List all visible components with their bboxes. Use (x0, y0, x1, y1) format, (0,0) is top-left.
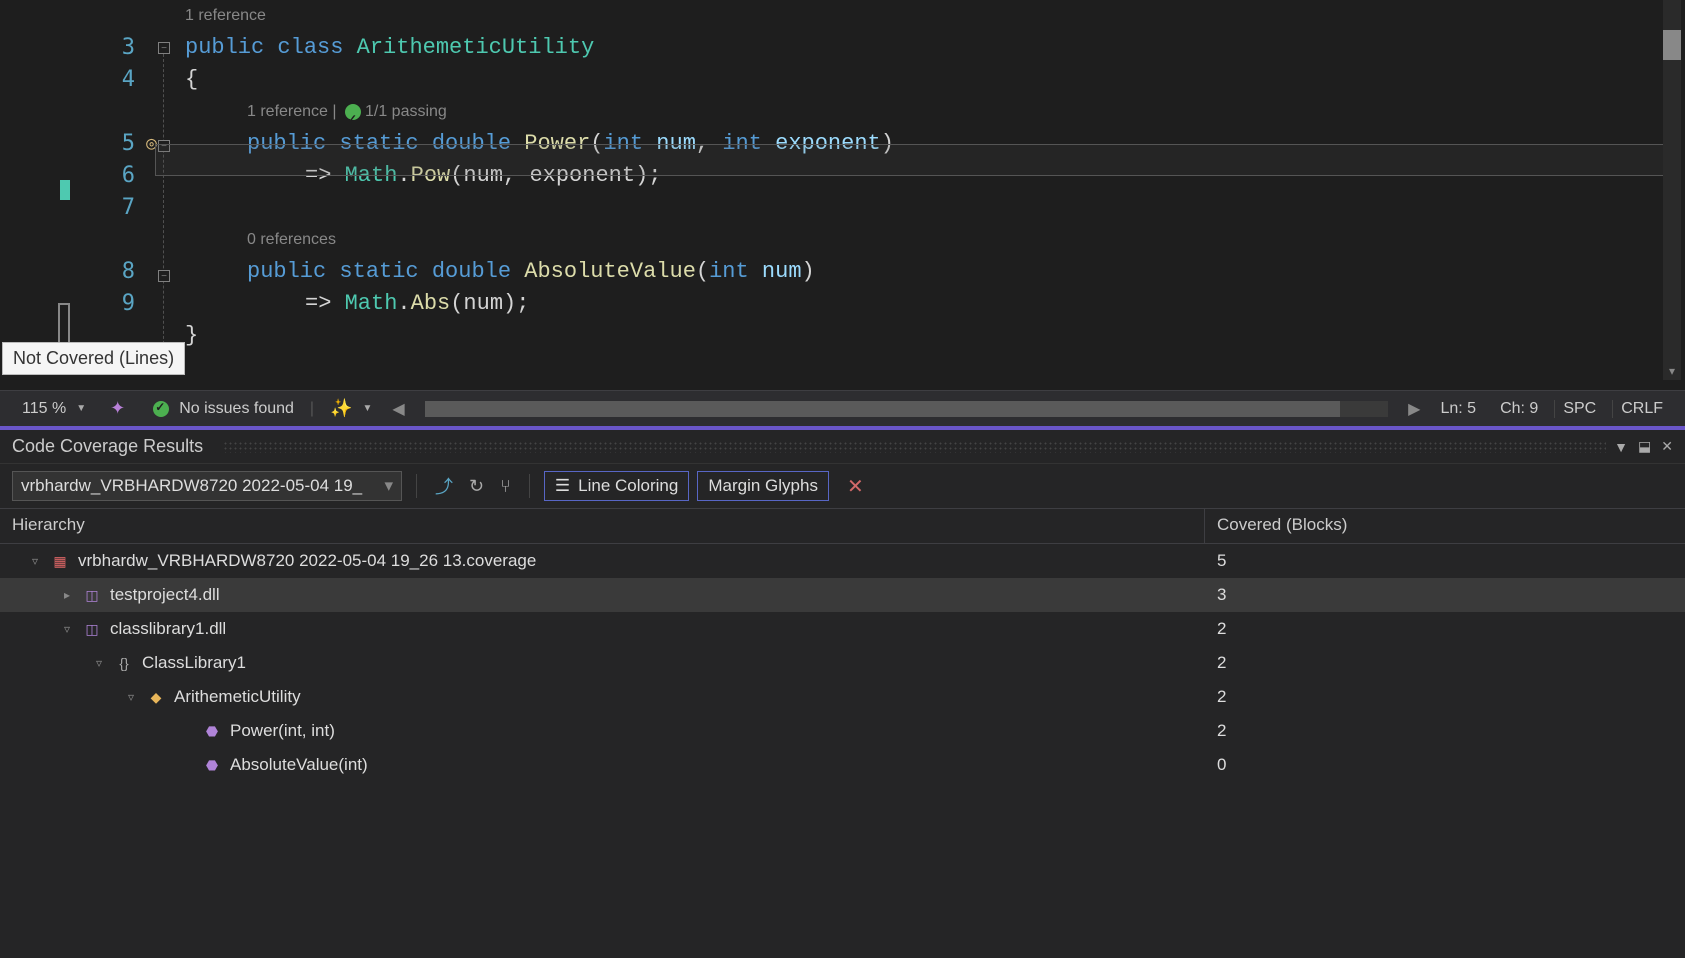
fold-toggle[interactable]: − (158, 270, 170, 282)
scrollbar-thumb[interactable] (1663, 30, 1681, 60)
line-number: 7 (122, 192, 135, 224)
test-pass-icon (345, 104, 361, 120)
method-icon: ⬣ (202, 723, 222, 740)
covered-value: 2 (1205, 721, 1685, 741)
coverage-margin (0, 0, 75, 390)
line-number: 3 (122, 32, 135, 64)
margin-glyphs-toggle[interactable]: Margin Glyphs (697, 471, 829, 501)
column-covered[interactable]: Covered (Blocks) (1205, 509, 1685, 543)
namespace-icon: {} (114, 655, 134, 671)
tree-row[interactable]: ▿ ▦ vrbhardw_VRBHARDW8720 2022-05-04 19_26… (0, 544, 1685, 578)
merge-icon[interactable]: ⑂ (496, 472, 515, 501)
cursor-line[interactable]: Ln: 5 (1432, 400, 1484, 418)
line-number: 9 (122, 288, 135, 320)
covered-value: 2 (1205, 687, 1685, 707)
method-icon: ⬣ (202, 757, 222, 774)
assembly-icon: ◫ (82, 587, 102, 604)
remove-icon[interactable]: ✕ (837, 474, 874, 499)
cleanup-icon[interactable]: ✨▼ (322, 398, 380, 419)
covered-value: 2 (1205, 619, 1685, 639)
covered-value: 0 (1205, 755, 1685, 775)
line-number: 5 (122, 128, 135, 160)
coverage-covered-marker (60, 180, 70, 200)
scroll-down-icon[interactable]: ▾ (1663, 364, 1681, 378)
coverage-tooltip: Not Covered (Lines) (2, 342, 185, 375)
current-line-highlight (155, 144, 1675, 176)
code-line[interactable]: } (185, 320, 1685, 352)
coverage-tree[interactable]: ▿ ▦ vrbhardw_VRBHARDW8720 2022-05-04 19_26… (0, 544, 1685, 958)
line-number-gutter: 3 4 5◎ 6 7 8 9 (75, 0, 155, 390)
tree-label: ArithemeticUtility (174, 687, 301, 707)
coverage-file-icon: ▦ (50, 553, 70, 570)
tree-row[interactable]: ⬣ Power(int, int) 2 (0, 714, 1685, 748)
codelens[interactable]: 1 reference | 1/1 passing (185, 96, 1685, 128)
tree-row[interactable]: ▿ ◫ classlibrary1.dll 2 (0, 612, 1685, 646)
codelens[interactable]: 0 references (185, 224, 1685, 256)
code-line[interactable]: => Math.Abs(num); (185, 288, 1685, 320)
codelens[interactable]: 1 reference (185, 0, 1685, 32)
tree-label: classlibrary1.dll (110, 619, 226, 639)
indent-mode[interactable]: SPC (1554, 400, 1604, 418)
horizontal-scrollbar[interactable] (425, 401, 1388, 417)
fold-gutter: − − − (155, 0, 185, 390)
coverage-toolbar: vrbhardw_VRBHARDW8720 2022-05-04 19_▾ ⤴ … (0, 464, 1685, 508)
line-number: 8 (122, 256, 135, 288)
cursor-col[interactable]: Ch: 9 (1492, 400, 1546, 418)
vertical-scrollbar[interactable]: ▾ (1663, 0, 1681, 380)
line-coloring-toggle[interactable]: ☰ Line Coloring (544, 471, 689, 501)
expander-icon[interactable]: ▿ (92, 656, 106, 670)
tree-label: Power(int, int) (230, 721, 335, 741)
line-endings[interactable]: CRLF (1612, 400, 1671, 418)
tree-label: vrbhardw_VRBHARDW8720 2022-05-04 19_26 1… (78, 551, 536, 571)
covered-value: 3 (1205, 585, 1685, 605)
refresh-icon[interactable]: ↻ (465, 472, 488, 501)
code-line[interactable]: public static double AbsoluteValue(int n… (185, 256, 1685, 288)
line-coloring-icon: ☰ (555, 476, 570, 496)
check-icon (153, 401, 169, 417)
code-line[interactable]: { (185, 64, 1685, 96)
panel-grip[interactable] (223, 441, 1606, 453)
panel-dropdown-icon[interactable]: ▼ (1614, 439, 1628, 455)
scrollbar-thumb[interactable] (425, 401, 1340, 417)
tree-label: testproject4.dll (110, 585, 220, 605)
editor-status-bar: 115 %▼ ✦ No issues found | ✨▼ ◀ ▶ Ln: 5 … (0, 390, 1685, 426)
code-editor[interactable]: 3 4 5◎ 6 7 8 9 − − − 1 reference public … (0, 0, 1685, 390)
covered-value: 5 (1205, 551, 1685, 571)
tree-row[interactable]: ▸ ◫ testproject4.dll 3 (0, 578, 1685, 612)
coverage-grid-header: Hierarchy Covered (Blocks) (0, 508, 1685, 544)
expander-icon[interactable]: ▿ (60, 622, 74, 636)
assembly-icon: ◫ (82, 621, 102, 638)
fold-toggle[interactable]: − (158, 42, 170, 54)
expander-icon[interactable]: ▿ (28, 554, 42, 568)
column-hierarchy[interactable]: Hierarchy (0, 509, 1205, 543)
zoom-level[interactable]: 115 %▼ (14, 400, 94, 418)
tree-row[interactable]: ⬣ AbsoluteValue(int) 0 (0, 748, 1685, 782)
issues-status[interactable]: No issues found (141, 400, 302, 418)
scroll-right-icon[interactable]: ▶ (1404, 399, 1424, 419)
panel-header: Code Coverage Results ▼ ⬓ ✕ (0, 430, 1685, 464)
expander-icon[interactable]: ▿ (124, 690, 138, 704)
expander-icon[interactable]: ▸ (60, 588, 74, 602)
export-icon[interactable]: ⤴ (431, 469, 457, 503)
pin-icon[interactable]: ⬓ (1638, 438, 1651, 455)
coverage-run-select[interactable]: vrbhardw_VRBHARDW8720 2022-05-04 19_▾ (12, 471, 402, 501)
line-number: 6 (122, 160, 135, 192)
code-line[interactable]: public class ArithemeticUtility (185, 32, 1685, 64)
tree-label: ClassLibrary1 (142, 653, 246, 673)
class-icon: ◆ (146, 689, 166, 706)
tree-row[interactable]: ▿ {} ClassLibrary1 2 (0, 646, 1685, 680)
lightbulb-icon[interactable]: ✦ (102, 398, 133, 419)
covered-value: 2 (1205, 653, 1685, 673)
code-coverage-panel: Code Coverage Results ▼ ⬓ ✕ vrbhardw_VRB… (0, 430, 1685, 958)
panel-title: Code Coverage Results (12, 436, 203, 457)
close-icon[interactable]: ✕ (1661, 438, 1673, 455)
line-number: 4 (122, 64, 135, 96)
code-content[interactable]: 1 reference public class ArithemeticUtil… (185, 0, 1685, 390)
tree-label: AbsoluteValue(int) (230, 755, 368, 775)
code-line[interactable] (185, 192, 1685, 224)
scroll-left-icon[interactable]: ◀ (388, 399, 408, 419)
tree-row[interactable]: ▿ ◆ ArithemeticUtility 2 (0, 680, 1685, 714)
